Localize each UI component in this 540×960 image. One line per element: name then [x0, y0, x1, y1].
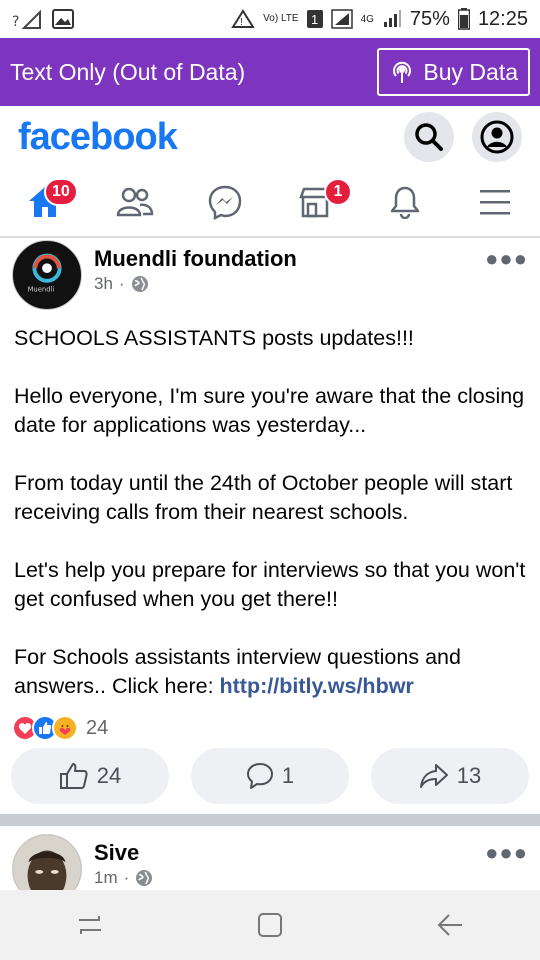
facebook-logo[interactable]: facebook [18, 116, 178, 159]
comment-icon [246, 762, 274, 790]
profile-icon [480, 120, 514, 154]
4g-signal-icon: 4G [360, 13, 374, 25]
text-only-banner: Text Only (Out of Data) Buy Data [0, 38, 540, 106]
tab-friends[interactable] [90, 168, 180, 236]
meta-dot: · [118, 274, 125, 293]
comment-count: 1 [281, 763, 295, 788]
tab-messenger[interactable] [180, 168, 270, 236]
battery-percent: 75% [409, 7, 450, 30]
svg-text:!: ! [240, 17, 243, 28]
muendli-logo-icon: Muendli [28, 253, 62, 294]
meta-dot: · [123, 868, 130, 887]
post-options-icon[interactable]: ●●● [485, 840, 528, 866]
person-photo-icon [13, 835, 81, 890]
post-paragraph-last: For Schools assistants interview questio… [14, 643, 526, 701]
text-only-title: Text Only (Out of Data) [10, 58, 246, 85]
no-signal-icon: ? [12, 8, 42, 30]
recent-apps-icon[interactable] [75, 910, 105, 940]
tab-home[interactable]: 10 [0, 168, 90, 236]
feed-divider [0, 814, 540, 826]
thumbs-up-icon [59, 762, 89, 790]
sim-one-icon: 1 [306, 10, 323, 28]
nav-tabs: 10 1 [0, 168, 540, 238]
back-arrow-icon[interactable] [435, 910, 465, 940]
feed-post: Muendli Muendli foundation 3h · ●●● SCHO… [0, 240, 540, 804]
share-count: 13 [456, 763, 482, 788]
home-button-icon[interactable] [255, 910, 285, 940]
clock: 12:25 [477, 7, 528, 30]
post-time[interactable]: 1m [94, 868, 118, 888]
system-navigation-bar [0, 890, 540, 960]
comment-button[interactable]: 1 [191, 748, 349, 804]
hamburger-menu-icon [478, 188, 512, 216]
avatar-logo-text: Muendli [28, 286, 55, 294]
signal-strength-icon [330, 9, 353, 29]
signal-bars-icon [382, 9, 402, 29]
bell-icon [389, 185, 421, 219]
like-button[interactable]: 24 [11, 748, 169, 804]
app-header: facebook [0, 106, 540, 168]
feed-post-2: Sive 1m · ●●● [0, 834, 540, 890]
home-notification-badge: 10 [44, 178, 78, 206]
post-paragraph: SCHOOLS ASSISTANTS posts updates!!! [14, 326, 414, 350]
battery-icon [457, 8, 470, 30]
gallery-notification-icon [52, 9, 74, 29]
share-button[interactable]: 13 [371, 748, 529, 804]
search-button[interactable] [404, 112, 454, 162]
tab-notifications[interactable] [360, 168, 450, 236]
carrier-indicator: ? [12, 14, 19, 30]
status-bar: ? ! Vo) LTE 1 4G 75% 12:25 [0, 0, 540, 38]
post-paragraph: Let's help you prepare for interviews so… [14, 558, 526, 611]
search-icon [414, 122, 444, 152]
share-arrow-icon [419, 763, 449, 789]
author-avatar[interactable]: Muendli [12, 240, 82, 310]
tab-menu[interactable] [450, 168, 540, 236]
profile-button[interactable] [472, 112, 522, 162]
post-body: SCHOOLS ASSISTANTS posts updates!!! Hell… [0, 314, 540, 701]
reaction-count: 24 [86, 716, 109, 739]
hotspot-warning-icon: ! [231, 9, 255, 29]
post-time[interactable]: 3h [94, 274, 113, 294]
post-paragraph: From today until the 24th of October peo… [14, 471, 513, 524]
volte-icon: Vo) LTE [263, 13, 299, 24]
messenger-icon [207, 184, 243, 220]
post-paragraph: Hello everyone, I'm sure you're aware th… [14, 384, 525, 437]
reactions-summary[interactable]: 24 [12, 712, 108, 744]
post-header: Sive 1m · ●●● [0, 834, 540, 890]
post-author-name[interactable]: Muendli foundation [94, 246, 297, 272]
author-avatar[interactable] [12, 834, 82, 890]
post-meta: 1m · [94, 868, 153, 888]
post-link[interactable]: http://bitly.ws/hbwr [220, 674, 414, 698]
buy-data-label: Buy Data [423, 58, 518, 85]
post-header: Muendli Muendli foundation 3h · ●●● [0, 240, 540, 314]
buy-data-button[interactable]: Buy Data [377, 48, 530, 96]
globe-icon [131, 275, 149, 293]
post-options-icon[interactable]: ●●● [485, 246, 528, 272]
like-count: 24 [96, 763, 122, 788]
care-reaction-icon [52, 715, 78, 741]
marketplace-notification-badge: 1 [324, 178, 352, 206]
post-meta: 3h · [94, 274, 297, 294]
tab-marketplace[interactable]: 1 [270, 168, 360, 236]
broadcast-icon [389, 59, 415, 85]
post-author-name[interactable]: Sive [94, 840, 153, 866]
post-actions: 24 1 13 [0, 748, 540, 804]
friends-icon [116, 187, 154, 217]
globe-icon [135, 869, 153, 887]
